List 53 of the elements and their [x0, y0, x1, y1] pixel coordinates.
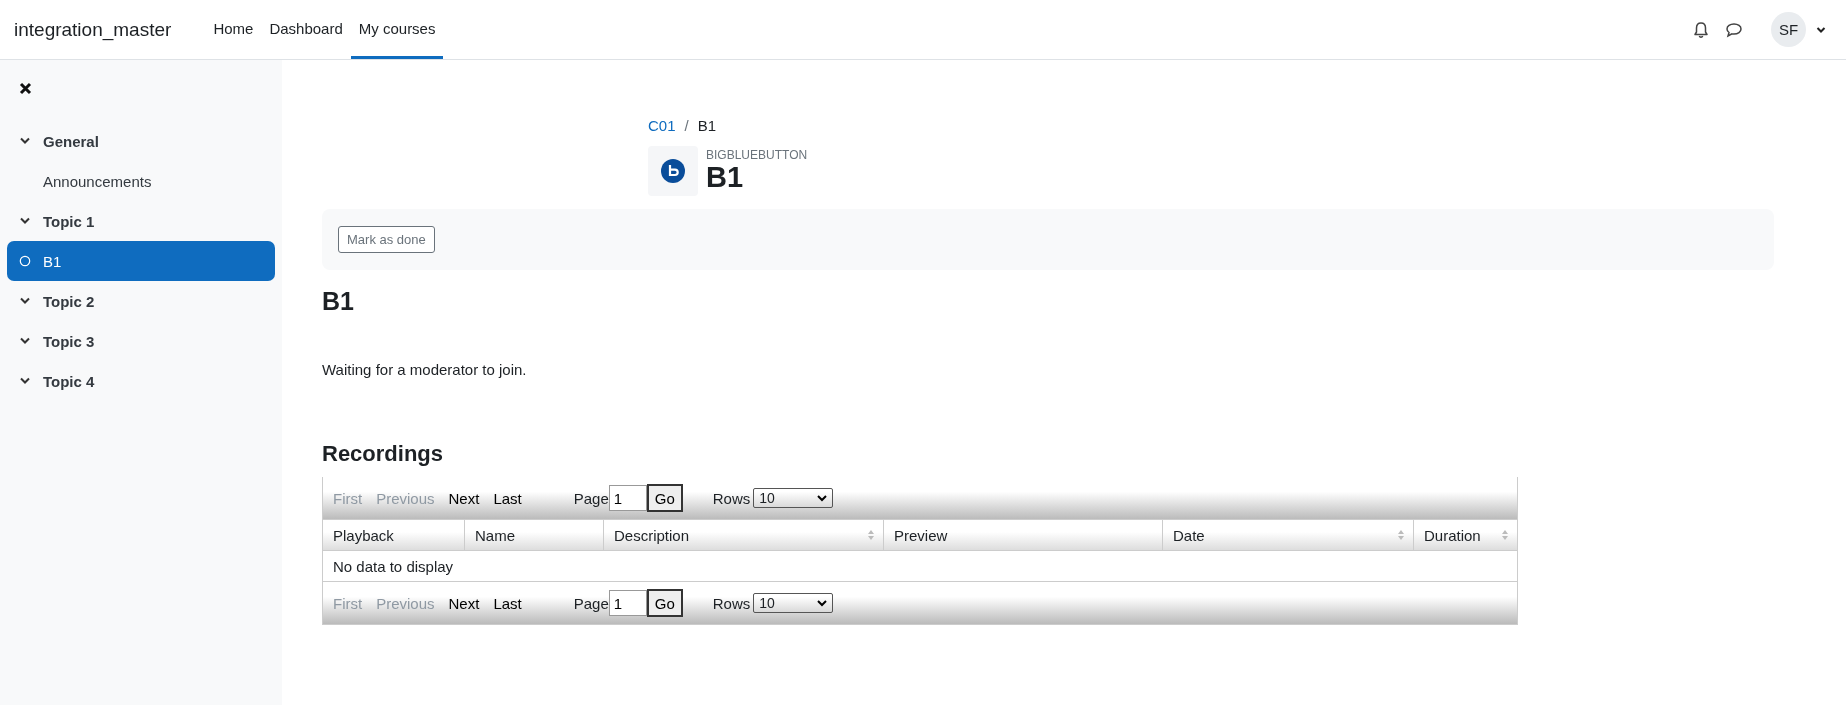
column-header[interactable]: Name — [464, 520, 603, 550]
page-label: Page — [573, 594, 609, 612]
breadcrumb-link[interactable]: C01 — [648, 117, 676, 134]
breadcrumb-current: B1 — [697, 117, 717, 134]
column-header[interactable]: Playback — [323, 520, 464, 550]
page-number-field[interactable]: 1 — [608, 590, 647, 616]
column-header[interactable]: Date — [1162, 520, 1413, 550]
breadcrumb-separator: / — [684, 117, 689, 134]
pagination-link[interactable]: Last — [493, 594, 522, 612]
activity-title: B1 — [706, 162, 745, 194]
chevron-icon[interactable] — [19, 137, 31, 145]
page-heading: B1 — [322, 287, 355, 316]
go-button[interactable]: Go — [646, 589, 683, 617]
nav-link[interactable]: Home — [205, 0, 262, 59]
rows-label: Rows — [712, 489, 751, 507]
section-link[interactable]: General — [43, 132, 99, 150]
site-name[interactable]: integration_master — [14, 18, 172, 41]
column-header[interactable]: Duration — [1413, 520, 1517, 550]
chevron-icon[interactable] — [19, 377, 31, 385]
chevron-icon[interactable] — [19, 337, 31, 345]
user-avatar[interactable]: SF — [1771, 12, 1806, 47]
status-message: Waiting for a moderator to join. — [322, 361, 528, 378]
chevron-icon[interactable] — [19, 217, 31, 225]
recordings-heading: Recordings — [322, 441, 445, 467]
pagination-link[interactable]: Next — [448, 594, 480, 612]
caret-icon[interactable] — [1816, 25, 1826, 34]
activity-type-label: BIGBLUEBUTTON — [706, 148, 808, 163]
notification-bell-icon[interactable] — [1693, 20, 1709, 39]
rows-label: Rows — [712, 594, 751, 612]
chevron-icon[interactable] — [19, 297, 31, 305]
column-header[interactable]: Description — [603, 520, 883, 550]
rows-dropdown[interactable]: 10 — [753, 488, 834, 508]
go-button[interactable]: Go — [646, 484, 683, 512]
pagination-link[interactable]: Next — [448, 489, 480, 507]
column-header[interactable]: Preview — [883, 520, 1162, 550]
rows-dropdown[interactable]: 10 — [753, 593, 834, 613]
section-link[interactable]: Topic 1 — [43, 212, 95, 230]
pagination-link[interactable]: Last — [493, 489, 522, 507]
section-link[interactable]: Topic 2 — [43, 292, 95, 310]
nav-link[interactable]: Dashboard — [261, 0, 351, 59]
chat-bubble-icon[interactable] — [1725, 21, 1743, 38]
nav-link[interactable]: My courses — [350, 0, 444, 59]
close-icon[interactable] — [19, 82, 32, 95]
page-number-field[interactable]: 1 — [608, 485, 647, 511]
letter-b-circle-icon — [661, 159, 685, 183]
caret-icon — [817, 599, 828, 607]
section-link[interactable]: Topic 3 — [43, 332, 95, 350]
caret-icon — [817, 494, 828, 502]
activity-item[interactable]: Announcements — [7, 161, 275, 201]
activity-item[interactable]: B1 — [7, 241, 275, 281]
mark-as-done-button[interactable]: Mark as done — [338, 226, 435, 253]
section-link[interactable]: Topic 4 — [43, 372, 95, 390]
page-label: Page — [573, 489, 609, 507]
